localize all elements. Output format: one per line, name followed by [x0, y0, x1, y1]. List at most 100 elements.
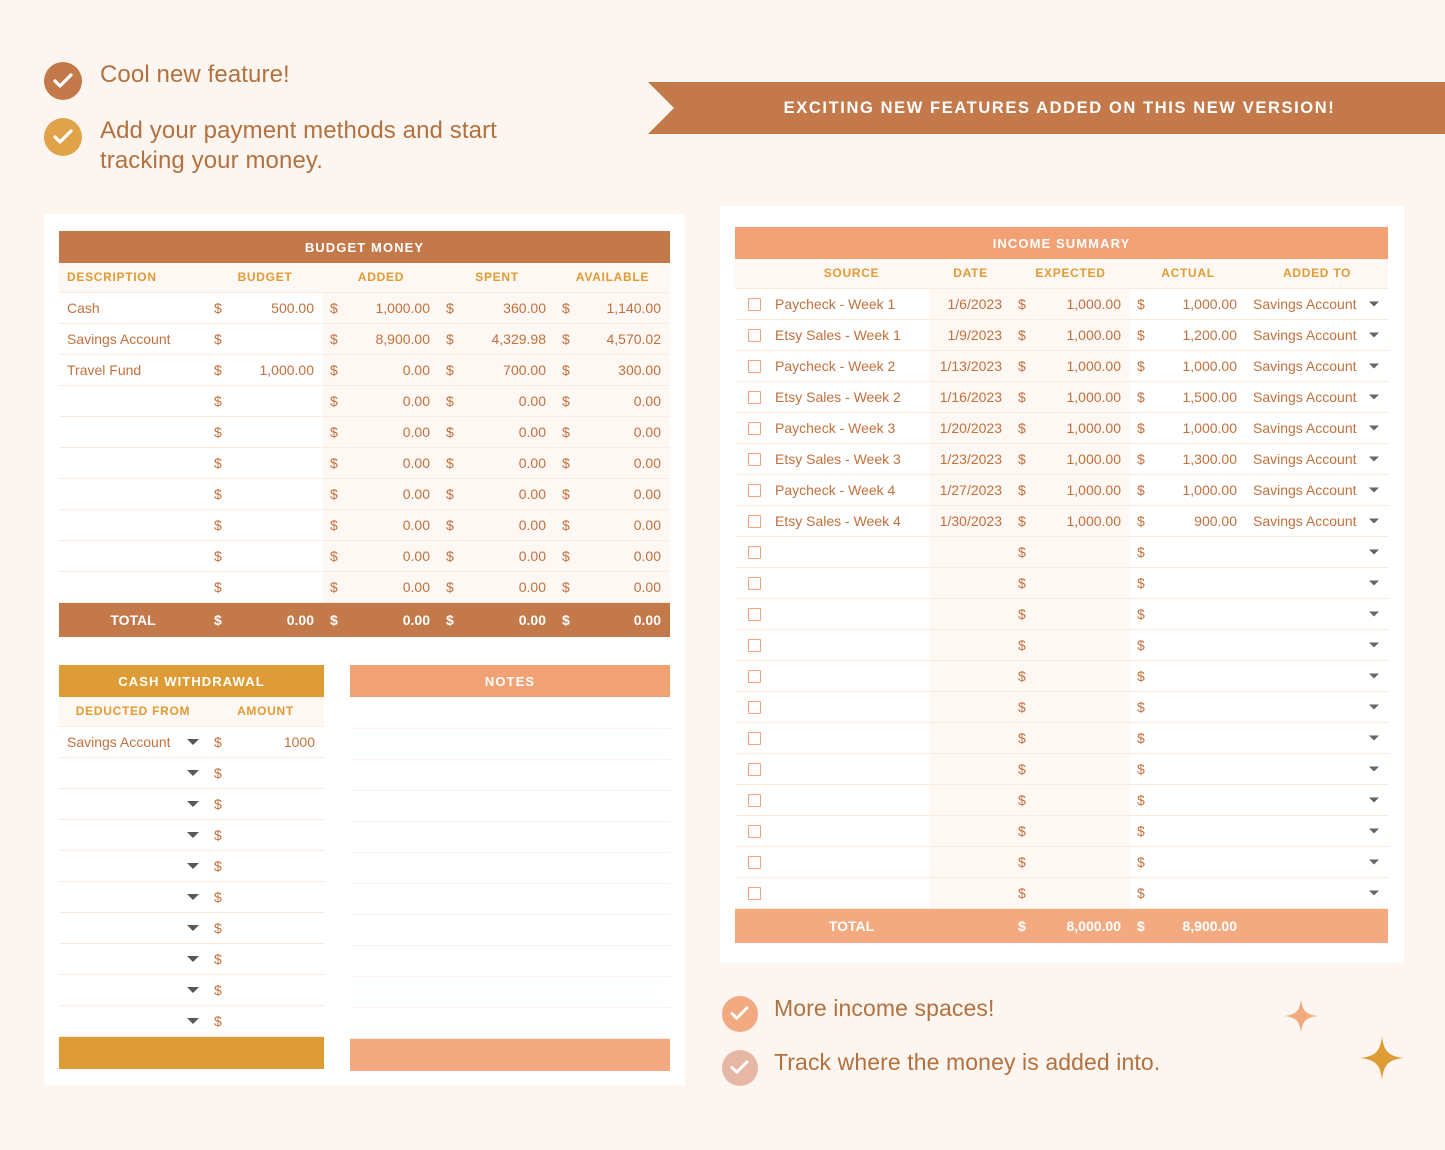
table-row[interactable]: $ $0.00 $0.00 $0.00	[59, 571, 670, 603]
income-source-cell[interactable]: Paycheck - Week 1	[773, 288, 930, 320]
table-row[interactable]: $ $	[735, 753, 1389, 785]
budget-budget-cell[interactable]: $	[207, 509, 323, 541]
income-expected-cell[interactable]: $1,000.00	[1011, 381, 1130, 413]
income-source-cell[interactable]	[773, 629, 930, 661]
income-checkbox-cell[interactable]	[735, 691, 773, 723]
budget-available-cell[interactable]: $0.00	[555, 478, 670, 510]
note-line-row[interactable]	[350, 790, 670, 822]
chevron-down-icon[interactable]	[1369, 735, 1380, 740]
chevron-down-icon[interactable]	[1369, 301, 1380, 306]
income-source-cell[interactable]	[773, 536, 930, 568]
budget-spent-cell[interactable]: $0.00	[439, 478, 555, 510]
income-actual-cell[interactable]: $	[1130, 691, 1246, 723]
table-row[interactable]: Savings Account $ $8,900.00 $4,329.98 $4,570…	[59, 323, 670, 355]
budget-budget-cell[interactable]: $	[207, 540, 323, 572]
income-added-to-select[interactable]	[1246, 753, 1389, 785]
income-source-cell[interactable]: Etsy Sales - Week 3	[773, 443, 930, 475]
chevron-down-icon[interactable]	[1369, 456, 1380, 461]
table-row[interactable]: $	[59, 850, 324, 882]
income-source-cell[interactable]: Etsy Sales - Week 4	[773, 505, 930, 537]
cw-deducted-from-select[interactable]	[59, 912, 207, 944]
note-line-row[interactable]	[350, 728, 670, 760]
note-line-row[interactable]	[350, 759, 670, 791]
income-expected-cell[interactable]: $1,000.00	[1011, 412, 1130, 444]
chevron-down-icon[interactable]	[1369, 549, 1380, 554]
income-checkbox-cell[interactable]	[735, 412, 773, 444]
income-actual-cell[interactable]: $1,200.00	[1130, 319, 1246, 351]
income-date-cell[interactable]: 1/16/2023	[930, 381, 1011, 413]
income-date-cell[interactable]	[930, 846, 1011, 878]
income-added-to-select[interactable]	[1246, 846, 1389, 878]
income-added-to-select[interactable]	[1246, 815, 1389, 847]
budget-added-cell[interactable]: $0.00	[323, 354, 439, 386]
budget-description-cell[interactable]: Cash	[59, 292, 207, 324]
cw-amount-cell[interactable]: $	[207, 819, 324, 851]
note-line[interactable]	[350, 697, 670, 729]
table-row[interactable]: $	[59, 881, 324, 913]
table-row[interactable]: $	[59, 974, 324, 1006]
table-row[interactable]: $ $0.00 $0.00 $0.00	[59, 509, 670, 541]
table-row[interactable]: Savings Account $1000	[59, 726, 324, 758]
budget-description-cell[interactable]	[59, 509, 207, 541]
chevron-down-icon[interactable]	[187, 1017, 199, 1024]
income-date-cell[interactable]	[930, 598, 1011, 630]
income-date-cell[interactable]	[930, 722, 1011, 754]
table-row[interactable]: $ $	[735, 598, 1389, 630]
cw-deducted-from-select[interactable]	[59, 850, 207, 882]
table-row[interactable]: Cash $500.00 $1,000.00 $360.00 $1,140.00	[59, 292, 670, 324]
checkbox-icon[interactable]	[747, 391, 761, 405]
checkbox-icon[interactable]	[747, 732, 761, 746]
income-date-cell[interactable]: 1/6/2023	[930, 288, 1011, 320]
budget-added-cell[interactable]: $0.00	[323, 447, 439, 479]
budget-available-cell[interactable]: $0.00	[555, 509, 670, 541]
income-checkbox-cell[interactable]	[735, 598, 773, 630]
chevron-down-icon[interactable]	[187, 862, 199, 869]
budget-budget-cell[interactable]: $	[207, 447, 323, 479]
income-added-to-select[interactable]	[1246, 722, 1389, 754]
income-added-to-select[interactable]	[1246, 629, 1389, 661]
table-row[interactable]: Paycheck - Week 2 1/13/2023 $1,000.00 $1,00…	[735, 350, 1389, 382]
table-row[interactable]: Paycheck - Week 3 1/20/2023 $1,000.00 $1,00…	[735, 412, 1389, 444]
checkbox-icon[interactable]	[747, 701, 761, 715]
table-row[interactable]: $ $	[735, 629, 1389, 661]
budget-spent-cell[interactable]: $360.00	[439, 292, 555, 324]
chevron-down-icon[interactable]	[187, 986, 199, 993]
checkbox-icon[interactable]	[747, 422, 761, 436]
budget-available-cell[interactable]: $300.00	[555, 354, 670, 386]
income-actual-cell[interactable]: $	[1130, 753, 1246, 785]
budget-spent-cell[interactable]: $700.00	[439, 354, 555, 386]
note-line[interactable]	[350, 883, 670, 915]
income-actual-cell[interactable]: $1,500.00	[1130, 381, 1246, 413]
checkbox-icon[interactable]	[747, 856, 761, 870]
budget-added-cell[interactable]: $0.00	[323, 416, 439, 448]
note-line-row[interactable]	[350, 883, 670, 915]
income-expected-cell[interactable]: $	[1011, 753, 1130, 785]
income-added-to-select[interactable]	[1246, 567, 1389, 599]
income-expected-cell[interactable]: $1,000.00	[1011, 505, 1130, 537]
income-date-cell[interactable]	[930, 815, 1011, 847]
table-row[interactable]: $ $	[735, 846, 1389, 878]
income-added-to-select[interactable]: Savings Account	[1246, 505, 1389, 537]
income-added-to-select[interactable]: Savings Account	[1246, 474, 1389, 506]
income-expected-cell[interactable]: $	[1011, 784, 1130, 816]
note-line-row[interactable]	[350, 697, 670, 729]
checkbox-icon[interactable]	[747, 763, 761, 777]
income-expected-cell[interactable]: $	[1011, 536, 1130, 568]
income-expected-cell[interactable]: $	[1011, 629, 1130, 661]
income-actual-cell[interactable]: $	[1130, 536, 1246, 568]
income-date-cell[interactable]	[930, 536, 1011, 568]
income-expected-cell[interactable]: $	[1011, 877, 1130, 909]
income-date-cell[interactable]: 1/9/2023	[930, 319, 1011, 351]
checkbox-icon[interactable]	[747, 298, 761, 312]
income-source-cell[interactable]: Paycheck - Week 3	[773, 412, 930, 444]
table-row[interactable]: $ $	[735, 877, 1389, 909]
income-added-to-select[interactable]: Savings Account	[1246, 412, 1389, 444]
chevron-down-icon[interactable]	[1369, 673, 1380, 678]
income-checkbox-cell[interactable]	[735, 753, 773, 785]
checkbox-icon[interactable]	[747, 360, 761, 374]
chevron-down-icon[interactable]	[1369, 580, 1380, 585]
income-expected-cell[interactable]: $1,000.00	[1011, 474, 1130, 506]
checkbox-icon[interactable]	[747, 484, 761, 498]
income-actual-cell[interactable]: $	[1130, 567, 1246, 599]
income-actual-cell[interactable]: $	[1130, 815, 1246, 847]
